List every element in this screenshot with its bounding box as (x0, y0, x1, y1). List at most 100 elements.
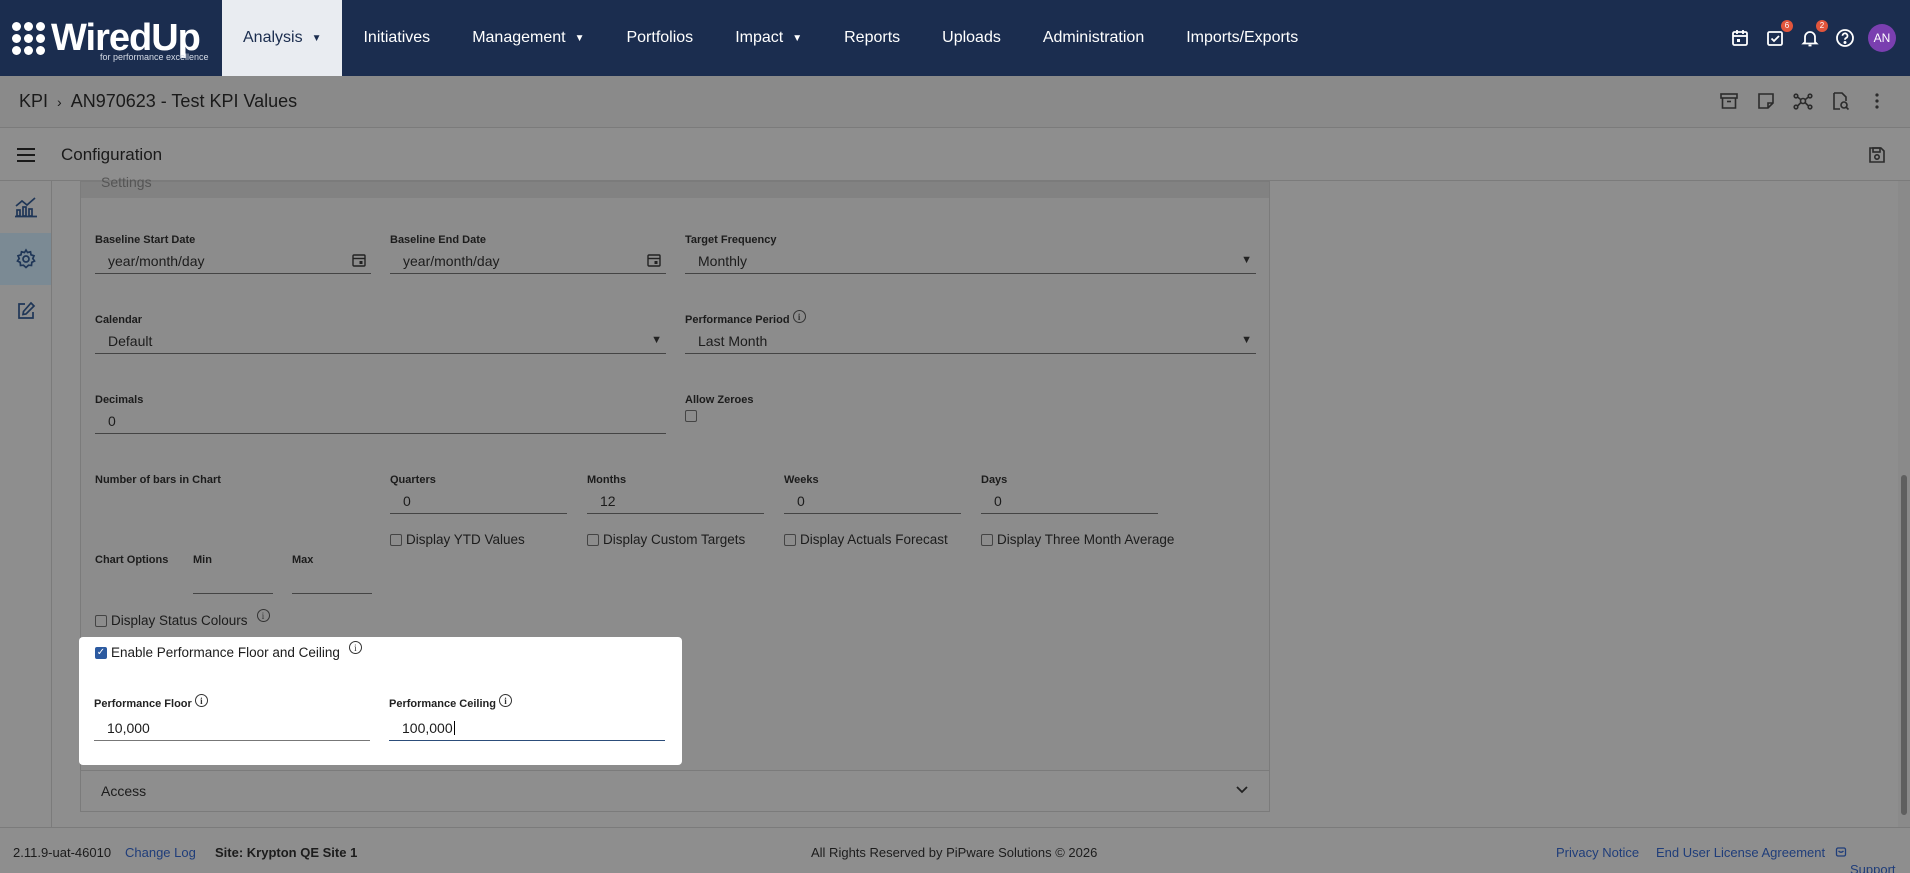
info-icon[interactable]: i (348, 641, 362, 654)
calendar-label: Calendar (95, 314, 143, 326)
configuration-header: Configuration (0, 129, 1910, 181)
privacy-notice-link[interactable]: Privacy Notice (1556, 845, 1639, 860)
archive-icon[interactable] (1718, 90, 1740, 112)
nav-analysis[interactable]: Analysis ▼ (222, 0, 343, 76)
nav-administration-label: Administration (1042, 29, 1145, 46)
calendar-picker-icon[interactable] (646, 252, 662, 268)
display-ytd-checkbox[interactable]: Display YTD Values (390, 532, 525, 547)
nav-analysis-label: Analysis (243, 29, 303, 46)
edit-icon[interactable] (0, 285, 51, 337)
network-icon[interactable] (1792, 90, 1814, 112)
baseline-end-value: year/month/day (403, 252, 500, 269)
display-custom-targets-label: Display Custom Targets (603, 532, 746, 547)
nav-administration[interactable]: Administration (1022, 0, 1165, 76)
checkbox-box[interactable] (587, 533, 599, 546)
days-value: 0 (994, 492, 1002, 509)
analytics-chart-icon[interactable] (0, 181, 51, 233)
document-search-icon[interactable] (1829, 90, 1851, 112)
dropdown-arrow-icon: ▼ (651, 334, 662, 346)
text-cursor (453, 720, 455, 735)
page-actions (1718, 90, 1888, 112)
enable-floor-ceiling-label: Enable Performance Floor and Ceiling (111, 645, 340, 660)
nav-portfolios[interactable]: Portfolios (605, 0, 714, 76)
display-status-colours-checkbox[interactable]: Display Status Colours i (95, 609, 270, 628)
weeks-label: Weeks (784, 474, 819, 486)
chart-options-label: Chart Options (95, 554, 169, 566)
info-icon[interactable]: i (256, 609, 270, 622)
nav-initiatives-label: Initiatives (363, 29, 431, 46)
hamburger-menu-icon[interactable] (0, 147, 52, 163)
chevron-right-icon: › (57, 93, 62, 110)
change-log-link[interactable]: Change Log (125, 845, 196, 860)
display-three-month-average-checkbox[interactable]: Display Three Month Average (981, 532, 1174, 547)
months-input[interactable]: 12 (587, 488, 764, 514)
info-icon[interactable]: i (194, 694, 208, 707)
info-icon[interactable]: i (792, 310, 806, 323)
performance-floor-ceiling-section: ✓ Enable Performance Floor and Ceiling i… (79, 637, 682, 765)
baseline-start-date-input[interactable]: year/month/day (95, 248, 371, 274)
calendar-select[interactable]: Default ▼ (95, 328, 666, 354)
tasks-icon[interactable]: 6 (1763, 20, 1793, 50)
decimals-input[interactable]: 0 (95, 408, 666, 434)
performance-floor-value: 10,000 (107, 719, 150, 736)
decimals-value: 0 (108, 412, 116, 429)
sticky-note-icon[interactable] (1755, 90, 1777, 112)
user-avatar[interactable]: AN (1868, 24, 1896, 52)
target-frequency-select[interactable]: Monthly ▼ (685, 248, 1256, 274)
checkbox-box[interactable] (981, 533, 993, 546)
access-section[interactable]: Access (80, 770, 1270, 812)
calendar-icon[interactable] (1728, 26, 1752, 50)
help-icon[interactable] (1833, 26, 1857, 50)
weeks-input[interactable]: 0 (784, 488, 961, 514)
allow-zeroes-checkbox[interactable] (685, 410, 701, 422)
support-label: Support (1850, 862, 1896, 873)
settings-gear-icon[interactable] (0, 233, 51, 285)
nav-imports-exports[interactable]: Imports/Exports (1165, 0, 1319, 76)
performance-period-label: Performance Period i (685, 310, 806, 326)
info-icon[interactable]: i (499, 694, 513, 707)
chart-max-input[interactable] (292, 568, 372, 594)
breadcrumb-kpi[interactable]: KPI (19, 91, 48, 112)
nav-reports-label: Reports (844, 29, 901, 46)
allow-zeroes-label: Allow Zeroes (685, 394, 754, 406)
days-input[interactable]: 0 (981, 488, 1158, 514)
bell-icon[interactable]: 2 (1798, 20, 1828, 50)
display-actuals-forecast-checkbox[interactable]: Display Actuals Forecast (784, 532, 948, 547)
nav-management[interactable]: Management ▼ (451, 0, 605, 76)
performance-floor-input[interactable]: 10,000 (94, 715, 370, 741)
checkbox-box[interactable] (95, 614, 107, 627)
display-custom-targets-checkbox[interactable]: Display Custom Targets (587, 532, 745, 547)
scrollbar-thumb[interactable] (1901, 475, 1907, 815)
support-link[interactable]: Support (1835, 845, 1896, 873)
wiredup-logo[interactable]: WiredUp for performance excellence (0, 0, 222, 76)
baseline-start-value: year/month/day (108, 252, 205, 269)
months-label: Months (587, 474, 627, 486)
nav-utility-icons: 6 2 AN (1728, 0, 1910, 76)
nav-imports-exports-label: Imports/Exports (1186, 29, 1299, 46)
more-vertical-icon[interactable] (1866, 90, 1888, 112)
nav-impact[interactable]: Impact ▼ (714, 0, 823, 76)
checkbox-box[interactable] (390, 533, 402, 546)
nav-initiatives[interactable]: Initiatives (342, 0, 451, 76)
settings-panel-header[interactable]: Settings (81, 174, 1269, 198)
checkbox-box[interactable] (784, 533, 796, 546)
performance-ceiling-input[interactable]: 100,000 (389, 715, 665, 741)
chevron-down-icon[interactable] (1235, 785, 1249, 795)
target-frequency-label: Target Frequency (685, 234, 777, 246)
access-label: Access (101, 783, 147, 799)
performance-period-select[interactable]: Last Month ▼ (685, 328, 1256, 354)
version-text: 2.11.9-uat-46010 (13, 845, 112, 860)
nav-uploads[interactable]: Uploads (921, 0, 1022, 76)
enable-performance-floor-ceiling-checkbox[interactable]: ✓ Enable Performance Floor and Ceiling i (95, 641, 362, 660)
checkbox-box[interactable] (685, 410, 697, 422)
quarters-input[interactable]: 0 (390, 488, 567, 514)
support-icon (1835, 847, 1847, 857)
checkbox-checked[interactable]: ✓ (95, 646, 107, 659)
nav-reports[interactable]: Reports (823, 0, 921, 76)
baseline-end-date-input[interactable]: year/month/day (390, 248, 666, 274)
save-icon[interactable] (1866, 144, 1888, 166)
eula-link[interactable]: End User License Agreement (1656, 845, 1825, 860)
chart-min-input[interactable] (193, 568, 273, 594)
calendar-picker-icon[interactable] (351, 252, 367, 268)
tasks-badge: 6 (1781, 20, 1793, 32)
